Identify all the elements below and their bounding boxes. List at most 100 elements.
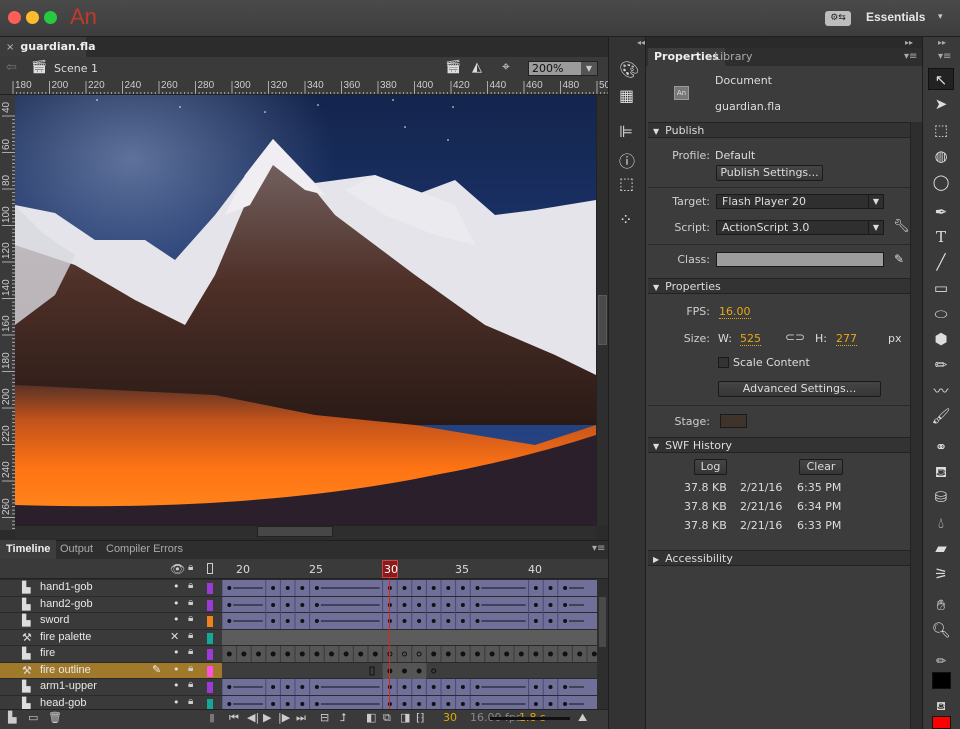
scrollbar-thumb[interactable]: [598, 295, 607, 345]
lock-all-icon[interactable]: 🔒︎: [188, 562, 193, 573]
go-to-last-frame-icon[interactable]: ⏭︎: [296, 711, 306, 725]
brush-tool-icon[interactable]: 🖌︎: [928, 405, 954, 427]
visible-dot-icon[interactable]: •: [173, 646, 180, 659]
timeline-splitter-handle[interactable]: ▮: [209, 711, 215, 724]
width-tool-icon[interactable]: ⚞: [928, 563, 954, 585]
section-accessibility[interactable]: ▶ Accessibility: [648, 550, 910, 566]
document-tab[interactable]: × guardian.fla: [0, 37, 96, 57]
lock-icon[interactable]: 🔒︎: [188, 679, 193, 690]
playhead[interactable]: 30: [382, 560, 398, 578]
onion-skin-icon[interactable]: ◧: [366, 711, 376, 724]
layer-row[interactable]: ⚒ fire outline • 🔒︎ ✎: [0, 662, 222, 679]
current-frame-counter[interactable]: 30: [443, 711, 457, 724]
close-tab-icon[interactable]: ×: [6, 42, 14, 53]
eraser-tool-icon[interactable]: ▰: [928, 537, 954, 559]
new-folder-icon[interactable]: ▭: [28, 711, 38, 724]
visible-dot-icon[interactable]: •: [173, 679, 180, 692]
layer-name[interactable]: fire palette: [40, 631, 91, 643]
stage-canvas[interactable]: [15, 95, 596, 525]
section-swf-history[interactable]: ▼ SWF History: [648, 437, 910, 453]
zoom-tool-icon[interactable]: 🔍︎: [928, 619, 954, 641]
minimize-window-button[interactable]: [26, 11, 39, 24]
info-icon[interactable]: ⓘ: [619, 148, 635, 172]
text-tool-icon[interactable]: T: [928, 226, 954, 248]
ink-bottle-tool-icon[interactable]: ⛁: [928, 486, 954, 508]
lock-icon[interactable]: 🔒︎: [188, 663, 193, 674]
workspace-switcher-icon[interactable]: ⚙⇆: [825, 11, 851, 26]
expand-panel-icon[interactable]: ▸▸: [905, 38, 913, 47]
loop-icon[interactable]: ⮥: [340, 711, 347, 725]
layer-outline-color-swatch[interactable]: [207, 665, 213, 677]
lock-icon[interactable]: 🔒︎: [188, 597, 193, 608]
lock-icon[interactable]: 🔒︎: [188, 646, 193, 657]
transform-icon[interactable]: ⬚: [619, 174, 634, 193]
script-select[interactable]: ActionScript 3.0 ▼: [716, 220, 884, 235]
layer-row[interactable]: ⚒ fire palette ✕ 🔒︎: [0, 629, 222, 646]
center-frame-icon[interactable]: ⊟: [320, 711, 329, 724]
pen-tool-icon[interactable]: ✒: [928, 201, 954, 223]
visible-dot-icon[interactable]: •: [173, 597, 180, 610]
collapse-panel-icon[interactable]: ◂◂: [637, 38, 645, 47]
swatches-icon[interactable]: ▦: [619, 86, 634, 105]
close-window-button[interactable]: [8, 11, 21, 24]
fps-value[interactable]: 16.00: [719, 305, 751, 319]
target-select[interactable]: Flash Player 20 ▼: [716, 194, 884, 209]
fill-color-swatch[interactable]: [932, 716, 951, 729]
clear-button[interactable]: Clear: [799, 459, 843, 475]
stroke-color-swatch[interactable]: [932, 672, 951, 689]
layer-frames[interactable]: [221, 580, 597, 597]
layer-outline-color-swatch[interactable]: [207, 616, 213, 627]
delete-layer-icon[interactable]: 🗑︎: [48, 711, 62, 724]
onion-skin-outlines-icon[interactable]: ⧉: [383, 711, 391, 725]
tab-timeline[interactable]: Timeline: [0, 540, 57, 559]
rectangle-tool-icon[interactable]: ▭: [928, 277, 954, 299]
layer-row[interactable]: ▙ hand2-gob • 🔒︎: [0, 596, 222, 613]
lasso-tool-icon[interactable]: ◯: [928, 171, 954, 193]
advanced-settings-button[interactable]: Advanced Settings...: [718, 381, 881, 397]
tab-compiler-errors[interactable]: Compiler Errors: [100, 540, 189, 559]
width-value[interactable]: 525: [740, 332, 761, 346]
zoom-select[interactable]: 200% ▼: [528, 61, 598, 76]
wrench-icon[interactable]: 🔧︎: [893, 219, 910, 234]
layer-outline-color-swatch[interactable]: [207, 632, 213, 644]
layer-frames[interactable]: [222, 662, 597, 679]
panel-menu-icon[interactable]: ▾≡: [592, 543, 605, 554]
visible-dot-icon[interactable]: •: [173, 663, 180, 676]
layer-frames[interactable]: [221, 646, 597, 663]
scrollbar-thumb[interactable]: [257, 526, 333, 537]
layer-row[interactable]: ▙ arm1-upper • 🔒︎: [0, 679, 222, 696]
scale-content-checkbox[interactable]: [718, 357, 729, 368]
layer-name[interactable]: hand2-gob: [40, 598, 93, 610]
step-back-icon[interactable]: ◀|: [247, 711, 259, 724]
go-to-first-frame-icon[interactable]: ⏮︎: [229, 711, 239, 725]
layer-name[interactable]: hand1-gob: [40, 581, 93, 593]
outline-all-icon[interactable]: [207, 563, 213, 574]
play-icon[interactable]: ▶: [263, 711, 271, 724]
show-hide-all-icon[interactable]: 👁︎: [170, 562, 185, 576]
layer-outline-color-swatch[interactable]: [207, 583, 213, 594]
workspace-menu[interactable]: Essentials: [866, 10, 925, 24]
layer-outline-color-swatch[interactable]: [207, 649, 213, 660]
panel-menu-icon[interactable]: ▾≡: [938, 51, 951, 62]
log-button[interactable]: Log: [694, 459, 727, 475]
edit-symbols-icon[interactable]: ◭: [472, 60, 482, 75]
timeline-vertical-scrollbar[interactable]: [597, 579, 608, 709]
modify-markers-icon[interactable]: ⁅⁆: [416, 711, 425, 724]
maximize-window-button[interactable]: [44, 11, 57, 24]
layer-frames[interactable]: [221, 613, 597, 630]
height-value[interactable]: 277: [836, 332, 857, 346]
tab-output[interactable]: Output: [54, 540, 99, 559]
section-properties[interactable]: ▼ Properties: [648, 278, 910, 294]
expand-panel-icon[interactable]: ▸▸: [938, 38, 946, 47]
panel-menu-icon[interactable]: ▾≡: [904, 51, 917, 62]
visible-dot-icon[interactable]: •: [173, 580, 180, 593]
align-icon[interactable]: ⊫: [619, 122, 633, 141]
layer-row[interactable]: ▙ sword • 🔒︎: [0, 613, 222, 630]
layer-frames[interactable]: [221, 596, 597, 613]
visible-dot-icon[interactable]: •: [173, 696, 180, 709]
bone-tool-icon[interactable]: ⚭: [928, 436, 954, 458]
layer-name[interactable]: fire: [40, 647, 55, 659]
layer-frames[interactable]: [221, 679, 597, 696]
layer-name[interactable]: head-gob: [40, 697, 87, 709]
layer-name[interactable]: arm1-upper: [40, 680, 97, 692]
